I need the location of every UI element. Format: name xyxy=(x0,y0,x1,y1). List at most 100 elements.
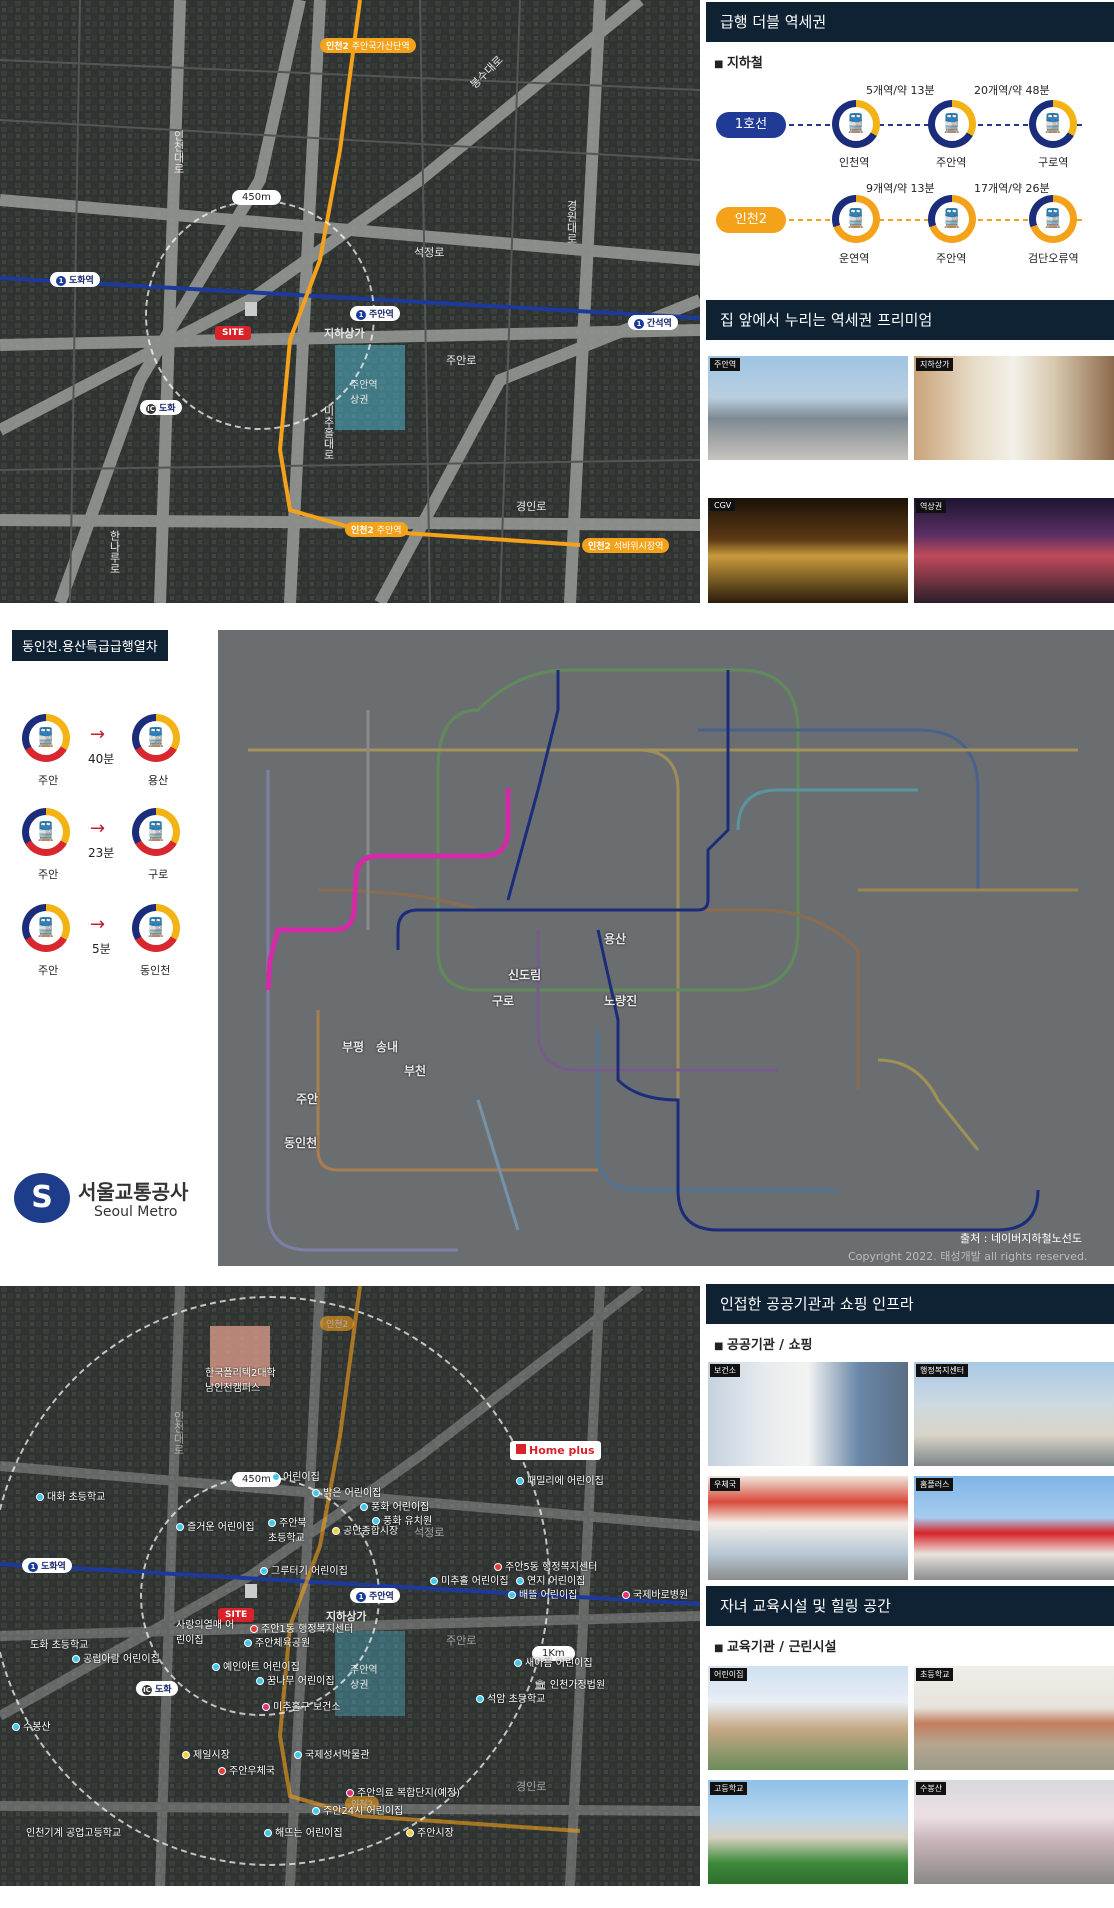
stn-sindorim[interactable]: 신도림 xyxy=(508,966,541,983)
poi-seokam-elementary[interactable]: 석암 초등학교 xyxy=(476,1690,545,1705)
station-ganseok[interactable]: 1 간석역 xyxy=(628,315,678,330)
poi-bible-museum[interactable]: 국제성서박물관 xyxy=(294,1746,369,1761)
line1-interval-1: 5개역/약 13분 xyxy=(866,84,935,97)
poi-label: 새아름 어린이집 xyxy=(525,1658,593,1669)
station-dohwa[interactable]: 1 도화역 xyxy=(22,1558,72,1573)
line2-se-station[interactable]: 인천2 석바위시장역 xyxy=(582,538,670,553)
poi-juan-market[interactable]: 주안시장 xyxy=(406,1824,454,1839)
poi-juanbuk-elementary[interactable]: 주안북 초등학교 xyxy=(268,1514,318,1544)
poi-love-fruit[interactable]: 사랑의열매 어린이집 xyxy=(176,1616,236,1646)
poi-label: 미추홀 어린이집 xyxy=(441,1576,509,1587)
photo-post-office[interactable]: 우체국 xyxy=(708,1476,908,1580)
subway-panel: 급행 더블 역세권 지하철 1호선 인천2 🚆 🚆 🚆 🚆 🚆 🚆 5개역/약 … xyxy=(706,2,1114,290)
station-ganseok-label: 간석역 xyxy=(647,319,672,329)
photo-juan-station[interactable]: 주안역 xyxy=(708,356,908,460)
train-icon: 🚆 xyxy=(928,195,976,243)
poi-juan24[interactable]: 주안24시 어린이집 xyxy=(312,1802,403,1817)
line1-station-1: 인천역 xyxy=(839,156,870,169)
line2-south-station[interactable]: 인천2 주안역 xyxy=(345,522,408,537)
poi-haetteuneun[interactable]: 해뜨는 어린이집 xyxy=(264,1824,343,1839)
poi-polytech[interactable]: 한국폴리텍2대학 남인천캠퍼스 xyxy=(205,1364,285,1394)
poi-subongsan[interactable]: 수봉산 xyxy=(12,1718,51,1733)
photo-subongsan[interactable]: 수봉산 xyxy=(914,1780,1114,1884)
train-icon: 🚆 xyxy=(832,195,880,243)
photo-admin-center[interactable]: 행정복지센터 xyxy=(914,1362,1114,1466)
ic-marker[interactable]: IC 도화 xyxy=(140,400,182,415)
poi-punghwa-daycare[interactable]: 풍화 어린이집 xyxy=(360,1498,429,1513)
school-icon xyxy=(430,1577,438,1585)
line2-interval-2: 17개역/약 26분 xyxy=(974,182,1050,195)
photo-high-school[interactable]: 고등학교 xyxy=(708,1780,908,1884)
photo-health-center[interactable]: 보건소 xyxy=(708,1362,908,1466)
top-location-map[interactable]: 450m SITE 인천2 주안국가산단역 인천2 주안역 인천2 석바위시장역… xyxy=(0,0,700,603)
poi-baetteul[interactable]: 배뜰 어린이집 xyxy=(508,1586,577,1601)
photo-commercial-district[interactable]: 역상권 xyxy=(914,498,1114,603)
poi-yeinart[interactable]: 예인아트 어린이집 xyxy=(212,1658,300,1673)
poi-michuhol-health[interactable]: 미추홀구 보건소 xyxy=(262,1698,341,1713)
school-icon xyxy=(516,1577,524,1585)
photo-underground-mall[interactable]: 지하상가 xyxy=(914,356,1114,460)
poi-label: 석암 초등학교 xyxy=(487,1694,546,1705)
subway-panel-title: 급행 더블 역세권 xyxy=(706,2,1114,42)
poi-label: 미추홀구 보건소 xyxy=(273,1702,341,1713)
station-juan[interactable]: 1 주안역 xyxy=(350,1588,400,1603)
photo-cgv[interactable]: CGV xyxy=(708,498,908,603)
stn-yongsan[interactable]: 용산 xyxy=(604,930,626,947)
poi-label: 주안체육공원 xyxy=(255,1638,311,1649)
photo-tag: 지하상가 xyxy=(916,358,954,371)
poi-incheon-mech-high[interactable]: 인천기계 공업고등학교 xyxy=(26,1824,121,1839)
poi-juan-sports-park[interactable]: 주안체육공원 xyxy=(244,1634,310,1649)
photo-elementary[interactable]: 초등학교 xyxy=(914,1666,1114,1770)
poi-juan5-center[interactable]: 주안5동 행정복지센터 xyxy=(494,1558,597,1573)
stn-dongincheon[interactable]: 동인천 xyxy=(284,1134,317,1151)
line1-station-3: 구로역 xyxy=(1038,156,1069,169)
poi-michuhol-daycare[interactable]: 미추홀 어린이집 xyxy=(430,1572,509,1587)
line2-north-station[interactable]: 인천2 주안국가산단역 xyxy=(320,38,416,53)
poi-juan1-center[interactable]: 주안1동 행정복지센터 xyxy=(250,1620,353,1635)
subway-route-map[interactable]: 용산 신도림 구로 노량진 부평 송내 부천 주안 동인천 출처 : 네이버지하… xyxy=(218,630,1114,1266)
ic-marker[interactable]: IC 도화 xyxy=(136,1681,178,1696)
poi-juan-post[interactable]: 주안우체국 xyxy=(218,1762,275,1777)
stn-guro[interactable]: 구로 xyxy=(492,992,514,1009)
poi-gukje-hospital[interactable]: 국제바로병원 xyxy=(622,1586,694,1601)
photo-homeplus[interactable]: 홈플러스 xyxy=(914,1476,1114,1580)
school-icon xyxy=(176,1523,184,1531)
poi-jeil-market[interactable]: 제일시장 xyxy=(182,1746,230,1761)
road-juan: 주안로 xyxy=(446,1634,477,1647)
homeplus-badge[interactable]: Home plus xyxy=(510,1441,601,1460)
poi-gongrip-aram[interactable]: 공립아람 어린이집 xyxy=(72,1650,160,1665)
school-icon xyxy=(256,1677,264,1685)
poi-jeulgeoun[interactable]: 즐거운 어린이집 xyxy=(176,1518,255,1533)
station-dohwa[interactable]: 1 도화역 xyxy=(50,272,100,287)
stn-bupyeong[interactable]: 부평 xyxy=(342,1038,364,1055)
poi-label: 대화 초등학교 xyxy=(47,1492,106,1503)
station-juan[interactable]: 1 주안역 xyxy=(350,306,400,321)
poi-yeonji[interactable]: 연지 어린이집 xyxy=(516,1572,585,1587)
poi-balgeun[interactable]: 밝은 어린이집 xyxy=(312,1484,381,1499)
poi-gongdan-market[interactable]: 공단종합시장 xyxy=(332,1522,398,1537)
poi-familie[interactable]: 패밀리에 어린이집 xyxy=(516,1472,604,1487)
photo-tag: 보건소 xyxy=(710,1364,741,1377)
site-marker[interactable]: SITE xyxy=(215,326,252,340)
poi-medical-complex[interactable]: 주안의료 복합단지(예정) xyxy=(346,1784,460,1799)
stn-bucheon[interactable]: 부천 xyxy=(404,1062,426,1079)
line2-station-3: 검단오류역 xyxy=(1028,252,1079,265)
poi-daycare-1[interactable]: 어린이집 xyxy=(272,1468,320,1483)
stn-noryangjin[interactable]: 노량진 xyxy=(604,992,637,1009)
poi-geuruteogi[interactable]: 그루터기 어린이집 xyxy=(260,1562,348,1577)
line2-south-badge: 인천2 xyxy=(351,526,374,536)
poi-dohwa-elementary[interactable]: 도화 초등학교 xyxy=(30,1636,88,1651)
education-sub-heading: 교육기관 / 근린시설 xyxy=(714,1636,1106,1655)
train-icon: 🚆 xyxy=(1029,195,1077,243)
photo-daycare[interactable]: 어린이집 xyxy=(708,1666,908,1770)
stn-juan[interactable]: 주안 xyxy=(296,1090,318,1107)
poi-kkumnamu[interactable]: 꿈나무 어린이집 xyxy=(256,1672,335,1687)
school-icon xyxy=(72,1655,80,1663)
bottom-location-map[interactable]: 450m 1Km SITE Home plus 1 도화역 1 주안역 IC 도화 지… xyxy=(0,1286,700,1886)
stn-songnae[interactable]: 송내 xyxy=(376,1038,398,1055)
poi-daehwa-elementary[interactable]: 대화 초등학교 xyxy=(36,1488,105,1503)
poi-family-court[interactable]: 🏛 인천가정법원 xyxy=(534,1676,605,1691)
metro-name-en: Seoul Metro xyxy=(94,1204,178,1220)
road-juan: 주안로 xyxy=(446,354,477,367)
poi-saeareum[interactable]: 새아름 어린이집 xyxy=(514,1654,593,1669)
